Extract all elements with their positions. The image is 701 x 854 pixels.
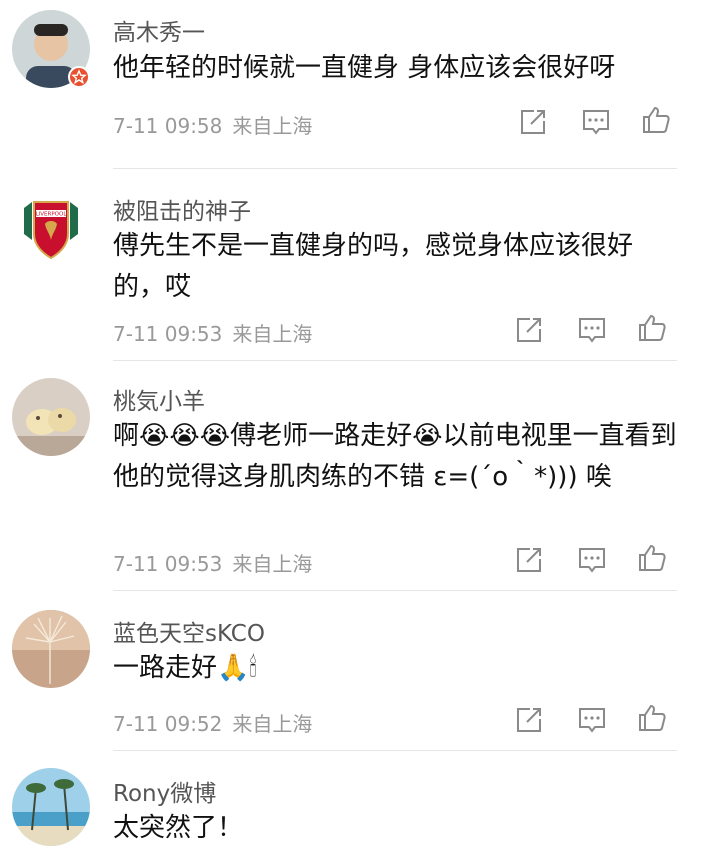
comment-date: 7-11 09:52 (113, 712, 223, 736)
comment-icon[interactable] (580, 106, 612, 138)
comment-location: 来自上海 (232, 552, 313, 576)
share-icon[interactable] (513, 544, 545, 576)
crying-face-emoji-icon: 😭😭😭 (139, 421, 231, 451)
comment-meta: 7-11 09:53 来自上海 (113, 318, 312, 347)
divider (113, 590, 677, 591)
comment-item: 蓝色天空sKCO 一路走好🙏🕯 7-11 09:52 来自上海 (0, 592, 701, 751)
avatar[interactable]: LIVERPOOL (12, 188, 90, 266)
pray-candle-emoji-icon: 🙏🕯 (217, 653, 257, 683)
comment-item: 高木秀一 他年轻的时候就一直健身 身体应该会很好呀 7-11 09:58 来自上海 (0, 0, 701, 170)
commenter-name[interactable]: 桃気小羊 (113, 382, 205, 416)
text-segment: 傅老师一路走好 (230, 421, 413, 451)
text-segment: 一路走好 (113, 653, 218, 683)
share-icon[interactable] (513, 314, 545, 346)
comment-date: 7-11 09:53 (113, 322, 223, 346)
comment-item: 桃気小羊 啊😭😭😭傅老师一路走好😭以前电视里一直看到他的觉得这身肌肉练的不错 ε… (0, 360, 701, 592)
comment-location: 来自上海 (232, 114, 313, 138)
comment-item: Rony微博 太突然了！ (0, 750, 701, 854)
commenter-name[interactable]: 高木秀一 (113, 13, 205, 47)
commenter-name[interactable]: 蓝色天空sKCO (113, 614, 265, 648)
comment-location: 来自上海 (232, 712, 313, 736)
comment-icon[interactable] (576, 314, 608, 346)
comment-meta: 7-11 09:58 来自上海 (113, 110, 312, 139)
svg-text:LIVERPOOL: LIVERPOOL (36, 212, 68, 218)
comment-meta: 7-11 09:53 来自上海 (113, 548, 312, 577)
comment-icon[interactable] (576, 544, 608, 576)
avatar[interactable] (12, 378, 90, 456)
comment-date: 7-11 09:53 (113, 552, 223, 576)
thumbs-up-icon[interactable] (636, 312, 668, 344)
commenter-name[interactable]: 被阻击的神子 (113, 192, 251, 226)
comment-text: 太突然了！ (113, 813, 244, 843)
text-segment: 啊 (113, 421, 140, 451)
avatar[interactable] (12, 610, 90, 688)
comment-location: 来自上海 (232, 322, 313, 346)
comment-text: 一路走好🙏🕯 (113, 648, 678, 689)
comment-text: 他年轻的时候就一直健身 身体应该会很好呀 (113, 53, 616, 83)
thumbs-up-icon[interactable] (636, 542, 668, 574)
comment-item: LIVERPOOL 被阻击的神子 傅先生不是一直健身的吗，感觉身体应该很好的，哎… (0, 170, 701, 361)
share-icon[interactable] (517, 106, 549, 138)
thumbs-up-icon[interactable] (640, 104, 672, 136)
share-icon[interactable] (513, 704, 545, 736)
comment-date: 7-11 09:58 (113, 114, 223, 138)
comment-icon[interactable] (576, 704, 608, 736)
comment-meta: 7-11 09:52 来自上海 (113, 708, 312, 737)
comment-text: 傅先生不是一直健身的吗，感觉身体应该很好的，哎 (113, 231, 634, 302)
thumbs-up-icon[interactable] (636, 702, 668, 734)
divider (113, 168, 677, 169)
commenter-name[interactable]: Rony微博 (113, 774, 216, 808)
avatar[interactable] (12, 768, 90, 846)
crying-face-emoji-icon: 😭 (412, 421, 443, 451)
verified-badge-icon (68, 66, 90, 88)
comment-text: 啊😭😭😭傅老师一路走好😭以前电视里一直看到他的觉得这身肌肉练的不错 ε=(´ο｀… (113, 416, 678, 498)
